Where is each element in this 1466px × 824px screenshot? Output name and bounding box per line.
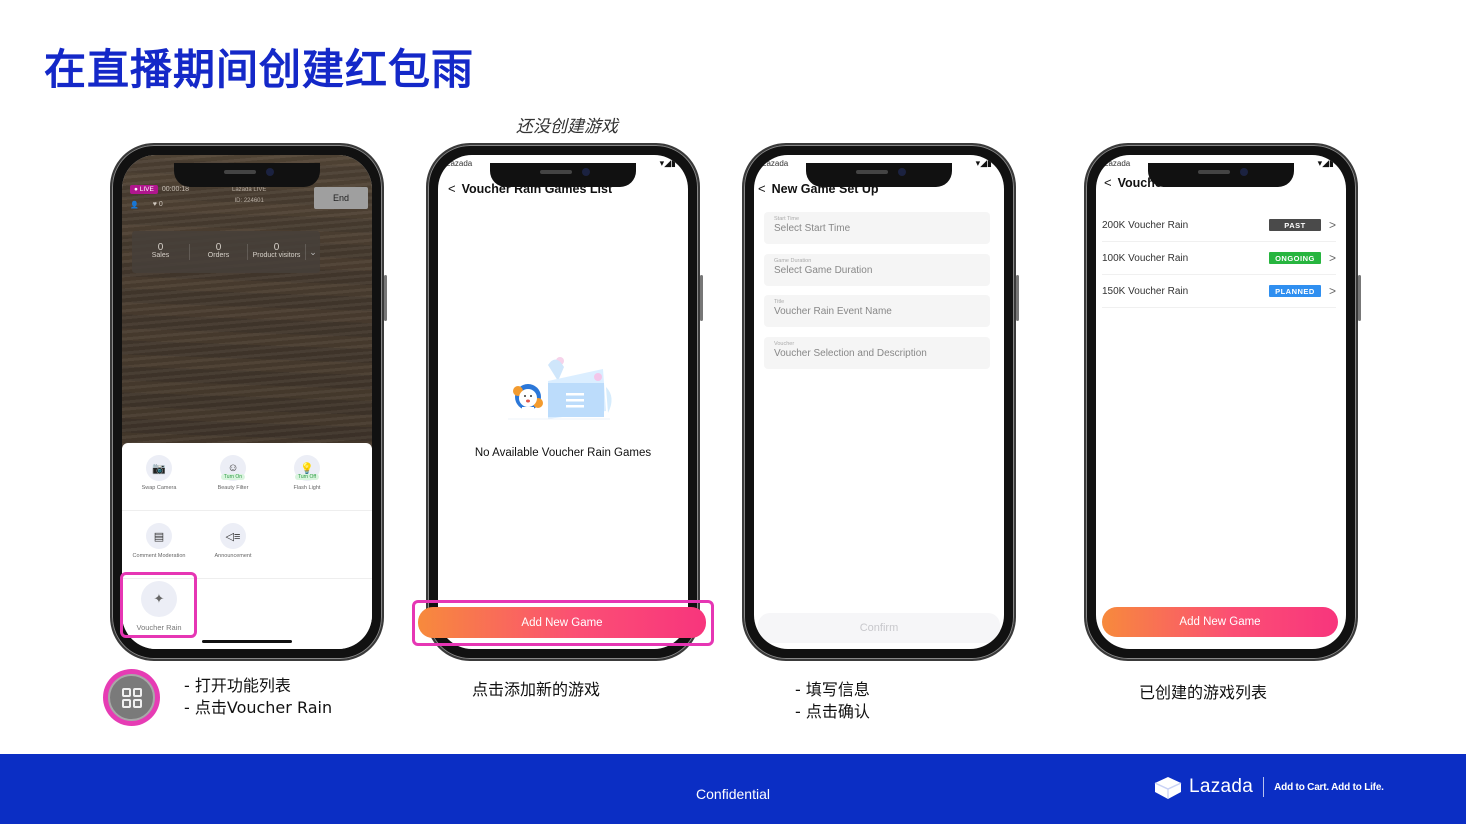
title-field[interactable]: Title Voucher Rain Event Name xyxy=(764,295,990,327)
function-list-icon xyxy=(103,669,160,726)
add-new-game-button[interactable]: Add New Game xyxy=(1102,607,1338,637)
beauty-filter-tag: Turn On xyxy=(220,474,246,480)
phone-notch xyxy=(490,163,636,187)
start-time-field[interactable]: Start Time Select Start Time xyxy=(764,212,990,244)
chevron-right-icon: > xyxy=(1328,218,1336,232)
empty-state-illustration-icon xyxy=(508,357,612,420)
back-chevron-icon[interactable]: < xyxy=(758,181,766,196)
stat-orders: 0 Orders xyxy=(190,243,248,260)
game-name: 150K Voucher Rain xyxy=(1102,285,1189,297)
voucher-field[interactable]: Voucher Voucher Selection and Descriptio… xyxy=(764,337,990,369)
chevron-right-icon: > xyxy=(1328,284,1336,298)
brand-name: Lazada xyxy=(1189,776,1254,797)
live-status-row: ● LIVE 00:00:18 xyxy=(130,185,189,194)
megaphone-icon: ◁≡ xyxy=(220,523,246,549)
status-app-name: Lazada xyxy=(762,159,789,168)
phone-side-button xyxy=(1016,275,1019,321)
phone-side-button xyxy=(384,275,387,321)
back-chevron-icon[interactable]: < xyxy=(448,181,456,196)
game-row[interactable]: 100K Voucher Rain ONGOING > xyxy=(1102,242,1336,275)
status-app-name: Lazada xyxy=(446,159,473,168)
likes-count: ♥ 0 xyxy=(152,201,163,208)
lazada-brand: Lazada Add to Cart. Add to Life. xyxy=(1153,774,1384,800)
flash-light-button[interactable]: 💡 Turn Off Flash Light xyxy=(270,455,344,510)
swap-camera-button[interactable]: 📷 Swap Camera xyxy=(122,455,196,510)
live-room-screen: ● LIVE 00:00:18 👤 ♥ 0 Lazada LIVE ID: 22… xyxy=(122,155,372,649)
caption-step-4: 已创建的游戏列表 xyxy=(1139,683,1268,702)
add-new-game-button[interactable]: Add New Game xyxy=(418,607,706,638)
viewer-icon: 👤 xyxy=(130,202,139,209)
phone-empty-games-list: Lazada ▾◢▮ < Voucher Rain Games List No … xyxy=(426,143,703,661)
room-info: Lazada LIVE ID: 224601 xyxy=(232,185,266,207)
empty-list-screen: Lazada ▾◢▮ < Voucher Rain Games List No … xyxy=(438,155,688,649)
phone-live-room: ● LIVE 00:00:18 👤 ♥ 0 Lazada LIVE ID: 22… xyxy=(110,143,387,661)
lazada-logo-icon xyxy=(1154,777,1182,799)
new-game-screen: Lazada ▾◢▮ < New Game Set Up Start Time … xyxy=(754,155,1004,649)
stats-expand-icon[interactable]: ⌄ xyxy=(306,247,320,258)
status-badge-past: PAST xyxy=(1268,219,1321,231)
beauty-filter-button[interactable]: ☺ Turn On Beauty Filter xyxy=(196,455,270,510)
back-chevron-icon[interactable]: < xyxy=(1104,175,1112,190)
flash-light-tag: Turn Off xyxy=(294,474,320,480)
games-list-screen: Lazada ▾◢▮ < Voucher Rain Games List 200… xyxy=(1096,155,1346,649)
live-stats-panel: 0 Sales 0 Orders 0 Product visitors ⌄ xyxy=(132,231,320,273)
chevron-right-icon: > xyxy=(1328,251,1336,265)
room-id: ID: 224601 xyxy=(234,198,264,204)
camera-icon: 📷 xyxy=(146,455,172,481)
brand-tagline: Add to Cart. Add to Life. xyxy=(1274,781,1384,793)
function-row-1: 📷 Swap Camera ☺ Turn On Beauty Filter 💡 … xyxy=(122,455,372,511)
game-name: 200K Voucher Rain xyxy=(1102,219,1189,231)
brand-divider xyxy=(1263,777,1265,797)
home-indicator xyxy=(202,640,292,643)
live-badge: ● LIVE xyxy=(130,185,158,194)
slide-title: 在直播期间创建红包雨 xyxy=(44,45,475,94)
status-icons: ▾◢▮ xyxy=(659,158,676,168)
voucher-rain-button[interactable]: ✦ Voucher Rain xyxy=(122,573,196,632)
status-badge-ongoing: ONGOING xyxy=(1268,252,1321,264)
phone-notch xyxy=(806,163,952,187)
slide-subtitle: 还没创建游戏 xyxy=(516,117,618,137)
empty-state-text: No Available Voucher Rain Games xyxy=(474,447,652,459)
game-name: 100K Voucher Rain xyxy=(1102,252,1189,264)
status-icons: ▾◢▮ xyxy=(1317,158,1334,168)
caption-step-2: 点击添加新的游戏 xyxy=(472,680,601,699)
viewer-row: 👤 ♥ 0 xyxy=(130,201,163,209)
game-row[interactable]: 150K Voucher Rain PLANNED > xyxy=(1102,275,1336,308)
comment-moderation-button[interactable]: ▤ Comment Moderation xyxy=(122,523,196,578)
stat-sales: 0 Sales xyxy=(132,243,190,260)
footer-bar: Confidential Lazada Add to Cart. Add to … xyxy=(0,754,1466,824)
status-icons: ▾◢▮ xyxy=(975,158,992,168)
comment-icon: ▤ xyxy=(146,523,172,549)
stat-product-visitors: 0 Product visitors xyxy=(248,243,306,260)
end-live-button[interactable]: End xyxy=(314,187,368,209)
phone-side-button xyxy=(1358,275,1361,321)
confirm-button[interactable]: Confirm xyxy=(758,613,1000,643)
voucher-rain-icon: ✦ xyxy=(141,581,177,617)
caption-step-3: - 填写信息 - 点击确认 xyxy=(795,680,870,721)
function-row-2: ▤ Comment Moderation ◁≡ Announcement xyxy=(122,523,372,579)
phone-notch xyxy=(1148,163,1294,187)
caption-step-1: - 打开功能列表 - 点击Voucher Rain xyxy=(184,676,333,717)
phone-notch xyxy=(174,163,320,187)
announcement-button[interactable]: ◁≡ Announcement xyxy=(196,523,270,578)
status-app-name: Lazada xyxy=(1104,159,1131,168)
game-row[interactable]: 200K Voucher Rain PAST > xyxy=(1102,209,1336,242)
live-timer: 00:00:18 xyxy=(161,186,190,193)
function-panel: 📷 Swap Camera ☺ Turn On Beauty Filter 💡 … xyxy=(122,443,372,649)
game-duration-field[interactable]: Game Duration Select Game Duration xyxy=(764,254,990,286)
status-badge-planned: PLANNED xyxy=(1268,285,1321,297)
phone-side-button xyxy=(700,275,703,321)
phone-new-game-setup: Lazada ▾◢▮ < New Game Set Up Start Time … xyxy=(742,143,1019,661)
phone-games-list: Lazada ▾◢▮ < Voucher Rain Games List 200… xyxy=(1084,143,1361,661)
